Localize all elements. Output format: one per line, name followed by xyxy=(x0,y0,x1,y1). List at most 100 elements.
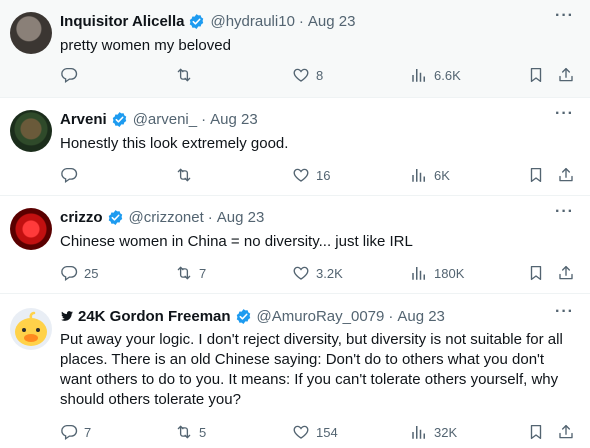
more-icon[interactable]: ··· xyxy=(555,106,574,122)
tweet-text: pretty women my beloved xyxy=(60,37,231,54)
retweet-icon xyxy=(175,423,193,441)
share-icon xyxy=(557,166,575,184)
handle[interactable]: @AmuroRay_0079 xyxy=(257,308,385,325)
bookmark-icon xyxy=(527,264,545,282)
retweet-count: 5 xyxy=(199,424,207,440)
view-count: 32K xyxy=(434,424,458,440)
view-count: 6K xyxy=(434,167,450,183)
reply-count: 25 xyxy=(84,265,99,281)
action-bar: 16 6K xyxy=(60,165,580,185)
tweet-3[interactable]: crizzo @crizzonet · Aug 23 ··· Chinese w… xyxy=(0,196,590,294)
verified-icon xyxy=(235,308,252,325)
reply-button[interactable]: 7 xyxy=(60,422,91,442)
avatar[interactable] xyxy=(10,110,52,152)
tweet-text: Honestly this look extremely good. xyxy=(60,135,289,152)
action-bar: 8 6.6K xyxy=(60,65,580,85)
handle[interactable]: @arveni_ xyxy=(133,111,197,128)
bookmark-icon xyxy=(527,423,545,441)
like-icon xyxy=(292,423,310,441)
like-button[interactable]: 8 xyxy=(292,65,323,85)
reply-icon xyxy=(60,264,78,282)
share-button[interactable] xyxy=(557,422,575,442)
bookmark-icon xyxy=(527,166,545,184)
duck-avatar-icon xyxy=(15,311,47,346)
views-icon xyxy=(410,166,428,184)
like-icon xyxy=(292,66,310,84)
tweet-text: Chinese women in China = no diversity...… xyxy=(60,233,413,250)
tweet-1[interactable]: Inquisitor Alicella @hydrauli10 · Aug 23… xyxy=(0,0,590,98)
view-count: 6.6K xyxy=(434,67,461,83)
share-icon xyxy=(557,423,575,441)
display-name[interactable]: crizzo xyxy=(60,209,103,226)
reply-icon xyxy=(60,166,78,184)
twitter-bird-icon xyxy=(60,309,74,323)
reply-button[interactable] xyxy=(60,165,84,185)
separator: · xyxy=(201,110,207,128)
retweet-button[interactable] xyxy=(175,165,199,185)
avatar[interactable] xyxy=(10,12,52,54)
like-icon xyxy=(292,166,310,184)
verified-icon xyxy=(111,111,128,128)
reply-icon xyxy=(60,423,78,441)
separator: · xyxy=(207,208,213,226)
retweet-icon xyxy=(175,66,193,84)
views-button[interactable]: 32K xyxy=(410,422,457,442)
share-icon xyxy=(557,66,575,84)
bookmark-button[interactable] xyxy=(527,165,545,185)
bookmark-button[interactable] xyxy=(527,422,545,442)
more-icon[interactable]: ··· xyxy=(555,304,574,320)
bookmark-icon xyxy=(527,66,545,84)
views-button[interactable]: 180K xyxy=(410,263,464,283)
more-icon[interactable]: ··· xyxy=(555,204,574,220)
display-name[interactable]: 24K Gordon Freeman xyxy=(78,308,231,325)
retweet-button[interactable] xyxy=(175,65,199,85)
retweet-icon xyxy=(175,264,193,282)
separator: · xyxy=(298,12,304,30)
display-name[interactable]: Arveni xyxy=(60,111,107,128)
retweet-count: 7 xyxy=(199,265,207,281)
avatar[interactable] xyxy=(10,208,52,250)
views-button[interactable]: 6K xyxy=(410,165,450,185)
tweet-2[interactable]: Arveni @arveni_ · Aug 23 ··· Honestly th… xyxy=(0,98,590,196)
timestamp[interactable]: Aug 23 xyxy=(308,13,356,30)
action-bar: 7 5 154 32K xyxy=(60,422,580,442)
retweet-button[interactable]: 5 xyxy=(175,422,206,442)
timestamp[interactable]: Aug 23 xyxy=(210,111,258,128)
handle[interactable]: @hydrauli10 xyxy=(210,13,294,30)
bookmark-button[interactable] xyxy=(527,263,545,283)
tweet-header: Inquisitor Alicella @hydrauli10 · Aug 23 xyxy=(60,11,355,31)
verified-icon xyxy=(188,13,205,30)
timestamp[interactable]: Aug 23 xyxy=(397,308,445,325)
like-icon xyxy=(292,264,310,282)
reply-button[interactable]: 25 xyxy=(60,263,98,283)
tweet-header: crizzo @crizzonet · Aug 23 xyxy=(60,207,264,227)
like-count: 3.2K xyxy=(316,265,343,281)
tweet-header: 24K Gordon Freeman @AmuroRay_0079 · Aug … xyxy=(60,306,445,326)
bookmark-button[interactable] xyxy=(527,65,545,85)
retweet-icon xyxy=(175,166,193,184)
share-button[interactable] xyxy=(557,165,575,185)
share-icon xyxy=(557,264,575,282)
verified-icon xyxy=(107,209,124,226)
reply-button[interactable] xyxy=(60,65,84,85)
more-icon[interactable]: ··· xyxy=(555,8,574,24)
share-button[interactable] xyxy=(557,263,575,283)
avatar[interactable] xyxy=(10,308,52,350)
views-icon xyxy=(410,66,428,84)
like-button[interactable]: 16 xyxy=(292,165,330,185)
share-button[interactable] xyxy=(557,65,575,85)
like-button[interactable]: 154 xyxy=(292,422,338,442)
views-icon xyxy=(410,264,428,282)
timestamp[interactable]: Aug 23 xyxy=(217,209,265,226)
like-button[interactable]: 3.2K xyxy=(292,263,343,283)
views-button[interactable]: 6.6K xyxy=(410,65,461,85)
views-icon xyxy=(410,423,428,441)
like-count: 8 xyxy=(316,67,324,83)
display-name[interactable]: Inquisitor Alicella xyxy=(60,13,184,30)
handle[interactable]: @crizzonet xyxy=(129,209,204,226)
tweet-text: Put away your logic. I don't reject dive… xyxy=(60,331,563,408)
action-bar: 25 7 3.2K 180K xyxy=(60,263,580,283)
retweet-button[interactable]: 7 xyxy=(175,263,206,283)
tweet-header: Arveni @arveni_ · Aug 23 xyxy=(60,109,258,129)
tweet-4[interactable]: 24K Gordon Freeman @AmuroRay_0079 · Aug … xyxy=(0,294,590,448)
